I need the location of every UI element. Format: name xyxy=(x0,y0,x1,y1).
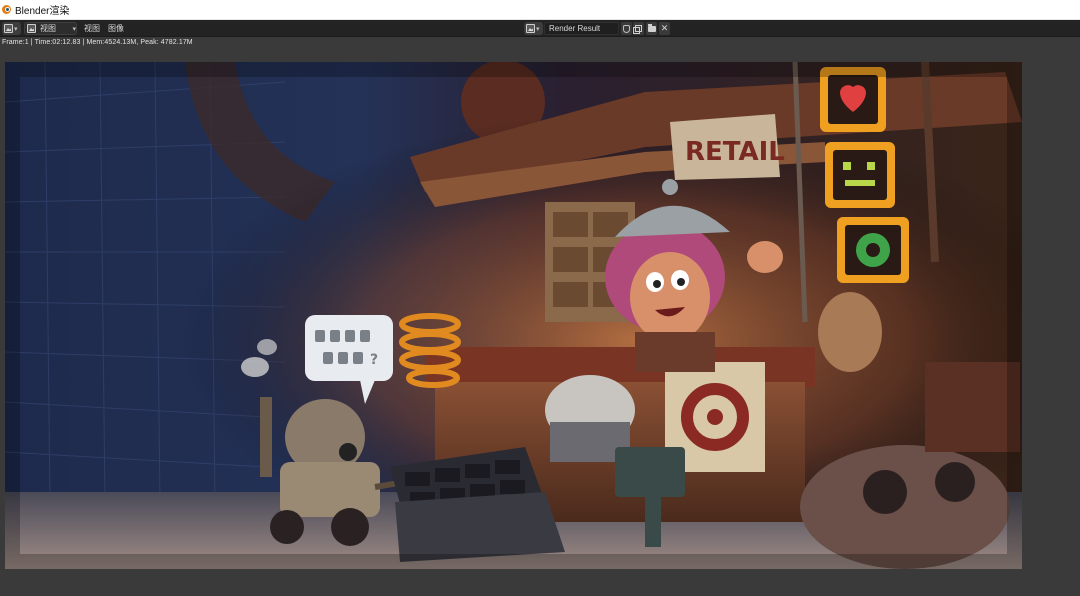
retail-sign-text: RETAIL xyxy=(685,137,785,167)
view-icon xyxy=(27,24,36,33)
open-image-button[interactable] xyxy=(646,22,657,35)
browse-image-button[interactable]: ▾ xyxy=(524,22,543,35)
shield-icon xyxy=(623,24,630,33)
image-name-field[interactable]: Render Result xyxy=(544,22,619,35)
fake-user-button[interactable] xyxy=(621,22,632,35)
render-result-image[interactable]: RETAIL ? xyxy=(5,62,1022,569)
menu-image[interactable]: 图像 xyxy=(108,23,124,34)
render-stats: Frame:1 | Time:02:12.83 | Mem:4524.13M, … xyxy=(2,39,193,46)
led-sign-gear xyxy=(837,217,909,283)
new-image-button[interactable] xyxy=(633,22,644,35)
view-mode-dropdown[interactable]: 视图 ▾ xyxy=(24,22,77,35)
duplicate-icon xyxy=(633,25,642,34)
editor-type-button[interactable]: ▾ xyxy=(2,22,21,35)
led-sign-face xyxy=(825,142,895,208)
view-mode-label: 视图 xyxy=(40,24,56,33)
chevron-down-icon: ▾ xyxy=(72,25,76,33)
render-scene: RETAIL ? xyxy=(5,62,1022,569)
menu-view[interactable]: 视图 xyxy=(84,23,100,34)
window-titlebar: Blender渲染 xyxy=(0,0,1080,20)
image-editor-icon xyxy=(4,24,13,33)
chevron-down-icon: ▾ xyxy=(14,25,18,33)
svg-text:?: ? xyxy=(370,352,378,368)
chevron-down-icon: ▾ xyxy=(536,25,540,33)
blender-logo-icon xyxy=(1,4,12,15)
folder-icon xyxy=(647,23,656,32)
image-icon xyxy=(526,24,535,33)
window-title: Blender渲染 xyxy=(15,6,70,17)
image-name-text: Render Result xyxy=(549,24,601,33)
unlink-image-button[interactable]: ✕ xyxy=(659,22,670,35)
image-editor-header: ▾ 视图 ▾ 视图 图像 ▾ Render Result ✕ xyxy=(0,20,1080,37)
close-icon: ✕ xyxy=(660,23,669,33)
